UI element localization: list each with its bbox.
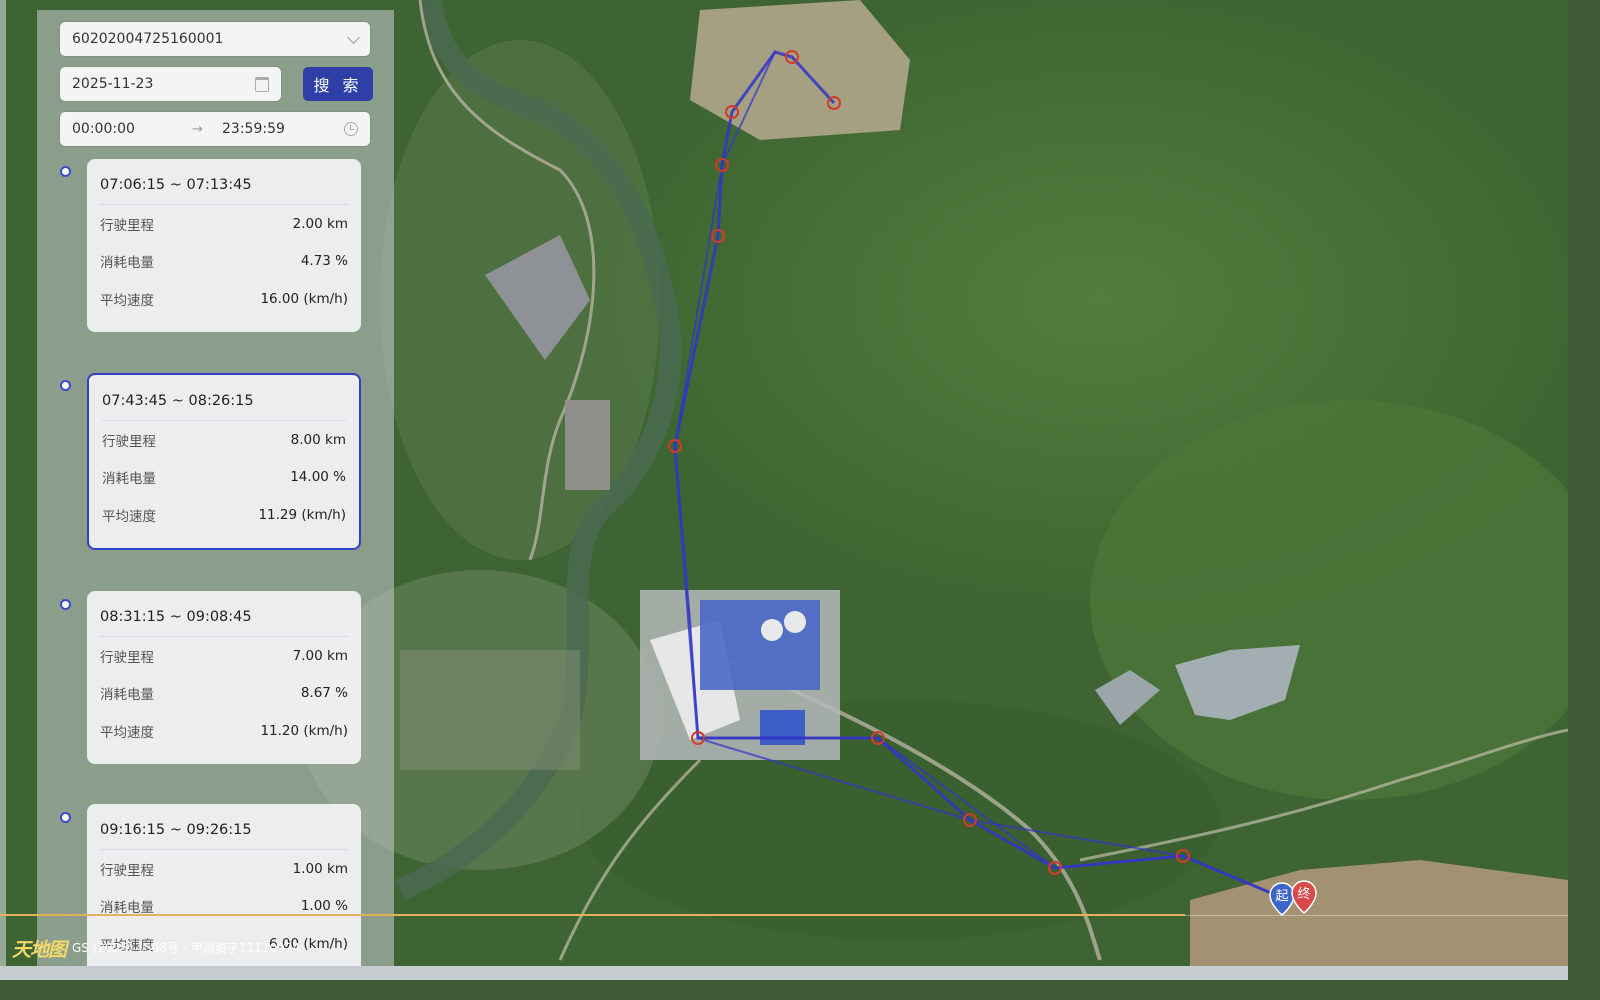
trip-time-range: 08:31:15 ~ 09:08:45 bbox=[100, 591, 348, 637]
row-label: 平均速度 bbox=[100, 292, 154, 309]
start-time[interactable]: 00:00:00 bbox=[72, 121, 192, 137]
trip-card-selected[interactable]: 07:43:45 ~ 08:26:15 行驶里程 8.00 km 消耗电量 14.0… bbox=[87, 373, 361, 550]
trip-panel: 60202004725160001 2025-11-23 搜 索 00:00:0… bbox=[37, 10, 394, 980]
end-time[interactable]: 23:59:59 bbox=[222, 121, 344, 137]
row-value: 11.29 (km/h) bbox=[258, 506, 346, 523]
timeline-dot bbox=[60, 166, 71, 177]
trip-row-energy: 消耗电量 1.00 % bbox=[100, 888, 348, 926]
time-range-picker[interactable]: 00:00:00 → 23:59:59 bbox=[60, 112, 370, 146]
row-label: 平均速度 bbox=[102, 508, 156, 525]
date-picker-value: 2025-11-23 bbox=[72, 76, 154, 92]
timeline-dot bbox=[60, 599, 71, 610]
tianditu-logo: 天地图 bbox=[12, 939, 67, 961]
row-value: 16.00 (km/h) bbox=[260, 290, 348, 307]
calendar-icon bbox=[255, 76, 269, 92]
row-label: 消耗电量 bbox=[100, 687, 154, 704]
trip-time-range: 07:06:15 ~ 07:13:45 bbox=[100, 159, 348, 205]
row-value: 11.20 (km/h) bbox=[260, 722, 348, 739]
row-value: 8.67 % bbox=[300, 685, 348, 702]
row-value: 14.00 % bbox=[290, 469, 346, 486]
trip-row-speed: 平均速度 11.29 (km/h) bbox=[102, 496, 346, 534]
trip-time-range: 07:43:45 ~ 08:26:15 bbox=[102, 375, 346, 421]
row-value: 4.73 % bbox=[300, 253, 348, 270]
row-value: 2.00 km bbox=[292, 215, 348, 232]
bottom-bar bbox=[0, 966, 1568, 980]
trip-row-distance: 行驶里程 7.00 km bbox=[100, 637, 348, 675]
trip-row-speed: 平均速度 11.20 (km/h) bbox=[100, 712, 348, 750]
row-value: 1.00 km bbox=[292, 860, 348, 877]
device-select-value: 60202004725160001 bbox=[72, 31, 224, 47]
map-footer-divider-faint bbox=[1185, 915, 1568, 916]
clock-icon bbox=[344, 122, 358, 136]
row-label: 行驶里程 bbox=[102, 433, 156, 450]
trip-row-energy: 消耗电量 8.67 % bbox=[100, 675, 348, 713]
row-label: 行驶里程 bbox=[100, 862, 154, 879]
map-attribution: GS (2025) 1508号 - 甲测资字11110974 bbox=[72, 941, 301, 955]
chevron-down-icon[interactable] bbox=[347, 30, 360, 44]
row-value: 1.00 % bbox=[300, 898, 348, 915]
row-label: 行驶里程 bbox=[100, 649, 154, 666]
trip-row-energy: 消耗电量 4.73 % bbox=[100, 243, 348, 281]
trip-row-speed: 平均速度 16.00 (km/h) bbox=[100, 280, 348, 318]
timeline-dot bbox=[60, 812, 71, 823]
trip-time-range: 09:16:15 ~ 09:26:15 bbox=[100, 804, 348, 850]
map-footer-divider bbox=[0, 914, 1185, 916]
map-edge-strip bbox=[0, 0, 6, 966]
trip-card[interactable]: 08:31:15 ~ 09:08:45 行驶里程 7.00 km 消耗电量 8.67… bbox=[87, 591, 361, 764]
timeline-dot bbox=[60, 380, 71, 391]
row-label: 消耗电量 bbox=[102, 471, 156, 488]
row-label: 平均速度 bbox=[100, 724, 154, 741]
arrow-right-icon: → bbox=[192, 121, 203, 137]
search-button[interactable]: 搜 索 bbox=[303, 67, 373, 101]
device-select[interactable]: 60202004725160001 bbox=[60, 22, 370, 56]
end-marker-label: 终 bbox=[1297, 886, 1310, 902]
trip-row-distance: 行驶里程 8.00 km bbox=[102, 421, 346, 459]
date-picker[interactable]: 2025-11-23 bbox=[60, 67, 281, 101]
trip-row-energy: 消耗电量 14.00 % bbox=[102, 459, 346, 497]
row-value: 7.00 km bbox=[292, 647, 348, 664]
row-label: 消耗电量 bbox=[100, 255, 154, 272]
row-value: 8.00 km bbox=[290, 431, 346, 448]
start-marker-label: 起 bbox=[1275, 889, 1288, 904]
timeline-line bbox=[64, 172, 65, 972]
trip-row-distance: 行驶里程 1.00 km bbox=[100, 850, 348, 888]
trip-row-distance: 行驶里程 2.00 km bbox=[100, 205, 348, 243]
row-label: 行驶里程 bbox=[100, 217, 154, 234]
trip-card[interactable]: 07:06:15 ~ 07:13:45 行驶里程 2.00 km 消耗电量 4.73… bbox=[87, 159, 361, 332]
